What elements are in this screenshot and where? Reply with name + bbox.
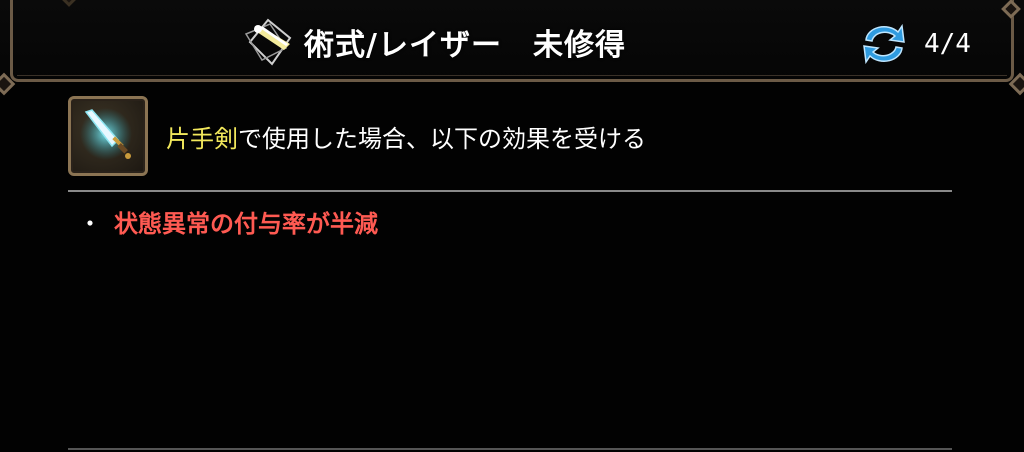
bullet: ・: [78, 210, 102, 238]
divider: [68, 190, 952, 192]
condition-description: で使用した場合、以下の効果を受ける: [238, 124, 646, 153]
bottom-divider: [68, 448, 952, 450]
weapon-condition-row: 片手剣で使用した場合、以下の効果を受ける: [68, 94, 646, 178]
page-counter: 4/4: [924, 29, 971, 59]
effect-list-item: ・ 状態異常の付与率が半減: [78, 204, 378, 239]
effect-text: 状態異常の付与率が半減: [114, 210, 378, 238]
sword-icon: [68, 96, 148, 176]
weapon-name: 片手剣: [166, 124, 238, 153]
header-bar: 術式/レイザー 未修得 4/4: [0, 0, 1024, 96]
content-area: 片手剣で使用した場合、以下の効果を受ける ・ 状態異常の付与率が半減: [12, 88, 1012, 452]
page-title: 術式/レイザー 未修得: [304, 28, 626, 63]
weapon-condition-text: 片手剣で使用した場合、以下の効果を受ける: [166, 119, 646, 154]
light-beam-icon: [240, 14, 296, 70]
skill-detail-panel: 術式/レイザー 未修得 4/4 片手剣で使用した場合、以下の効果を受ける ・ 状…: [0, 0, 1024, 452]
title-group: 術式/レイザー 未修得: [240, 14, 626, 70]
page-indicator: 4/4: [858, 20, 971, 68]
cycle-arrows-icon[interactable]: [858, 20, 910, 68]
